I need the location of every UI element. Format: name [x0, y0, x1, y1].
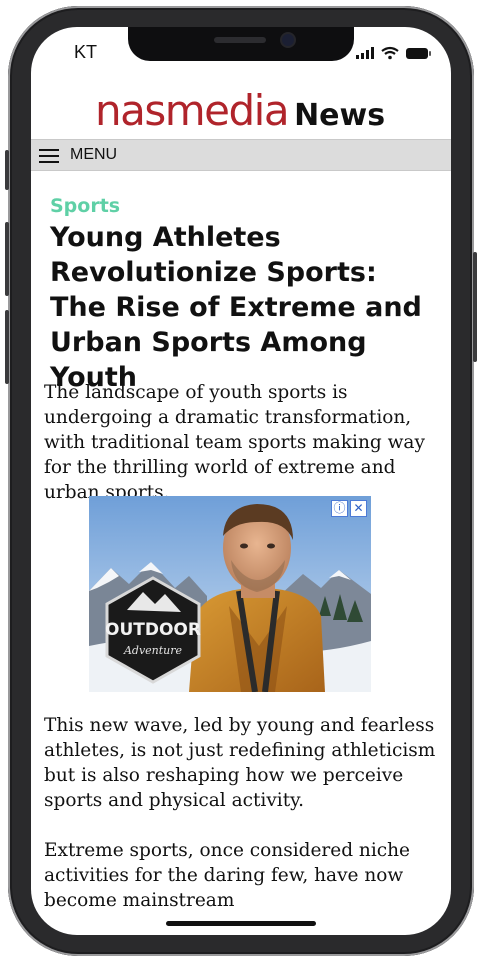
ad-image: OUTDOOR Adventure — [89, 496, 371, 692]
article-headline: Young Athletes Revolutionize Sports: The… — [50, 222, 422, 393]
site-logo[interactable]: nasmedia News — [95, 86, 385, 136]
info-icon[interactable]: ⓘ — [331, 500, 348, 517]
logo-section-text: News — [294, 98, 386, 133]
article-category[interactable]: Sports — [50, 195, 120, 217]
article-paragraph: The landscape of youth sports is undergo… — [44, 382, 425, 503]
silent-switch — [5, 150, 9, 190]
ad-badges: ⓘ ✕ — [331, 500, 367, 517]
close-icon[interactable]: ✕ — [350, 500, 367, 517]
battery-icon — [406, 48, 431, 59]
hamburger-menu-icon[interactable] — [39, 149, 59, 163]
svg-text:Adventure: Adventure — [123, 644, 183, 657]
wifi-icon — [381, 46, 399, 60]
signal-icon — [356, 47, 374, 59]
volume-up-button — [5, 222, 9, 296]
advertisement-banner[interactable]: OUTDOOR Adventure ⓘ ✕ — [89, 496, 371, 692]
front-camera — [282, 34, 294, 46]
svg-text:OUTDOOR: OUTDOOR — [105, 620, 201, 640]
carrier-label: KT — [74, 42, 98, 62]
article-paragraph: This new wave, led by young and fearless… — [44, 715, 436, 811]
power-button — [473, 252, 477, 362]
notch — [128, 27, 354, 61]
status-icons — [356, 46, 431, 60]
article-paragraph: Extreme sports, once considered niche ac… — [44, 840, 410, 911]
speaker-grille — [214, 37, 266, 43]
volume-down-button — [5, 310, 9, 384]
logo-brand-text: nasmedia — [95, 86, 290, 135]
menu-label[interactable]: MENU — [70, 146, 117, 164]
menu-bar[interactable]: MENU — [31, 139, 451, 171]
home-indicator[interactable] — [166, 921, 316, 926]
